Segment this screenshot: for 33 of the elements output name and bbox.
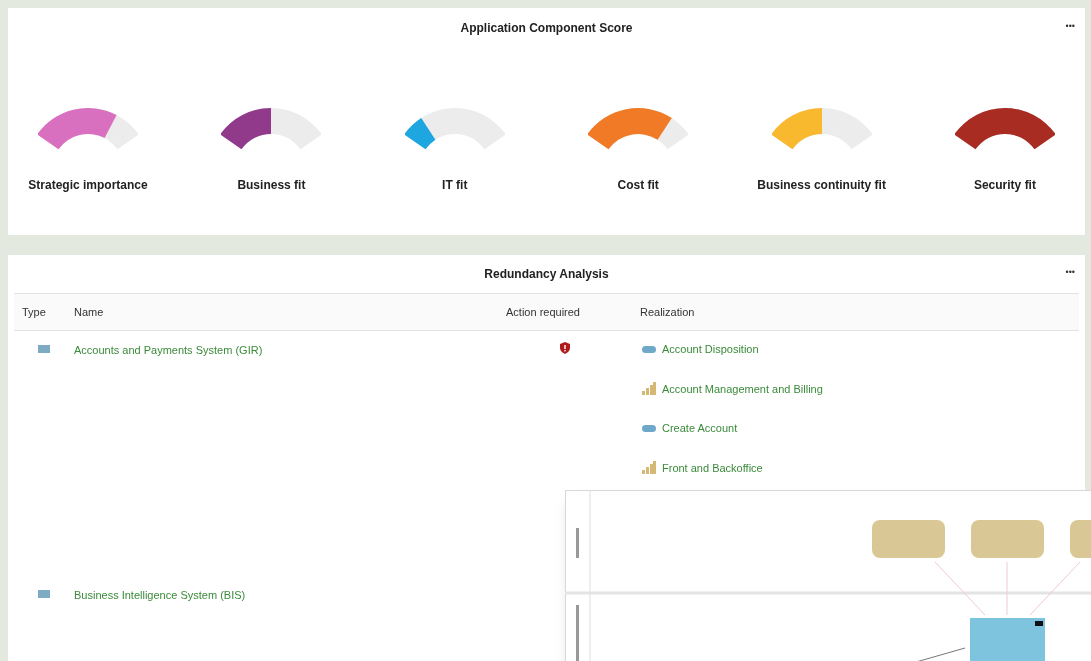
more-button[interactable]: ••• [1065,20,1075,34]
gauge-label: Cost fit [617,177,659,194]
column-header: Realization [639,304,695,320]
realization-link[interactable]: Account Management and Billing [662,380,823,397]
gauge-label: Business continuity fit [757,177,886,194]
gauge-label: IT fit [442,177,468,194]
component-icon [38,345,50,353]
warning-shield-icon [560,342,570,354]
column-header: Action required [505,304,581,320]
column-header: Name [73,304,105,320]
component-icon [38,590,50,598]
bar-chart-icon [642,382,656,396]
gauge-label: Strategic importance [28,177,148,194]
gauge-label: Security fit [973,177,1036,194]
gauge-icon [588,106,689,152]
panel-title: Redundancy Analysis [484,266,609,283]
gauge-icon [404,106,505,152]
realization-link[interactable]: Account Disposition [662,341,759,358]
component-link[interactable]: Business Intelligence System (BIS) [74,589,246,601]
more-button[interactable]: ••• [1065,266,1075,280]
service-icon [642,424,656,432]
gauge-icon [38,106,138,152]
panel-title: Application Component Score [460,20,633,37]
column-header: Type [21,304,47,320]
gauge-icon [221,106,322,152]
service-icon [642,345,656,353]
gauge-icon [954,106,1055,152]
realization-link[interactable]: Front and Backoffice [662,459,763,476]
gauge-icon [771,106,872,152]
component-link[interactable]: Accounts and Payments System (GIR) [74,344,263,356]
realization-link[interactable]: Create Account [662,420,738,437]
gauge-label: Business fit [237,177,306,194]
bar-chart-icon [642,461,656,475]
